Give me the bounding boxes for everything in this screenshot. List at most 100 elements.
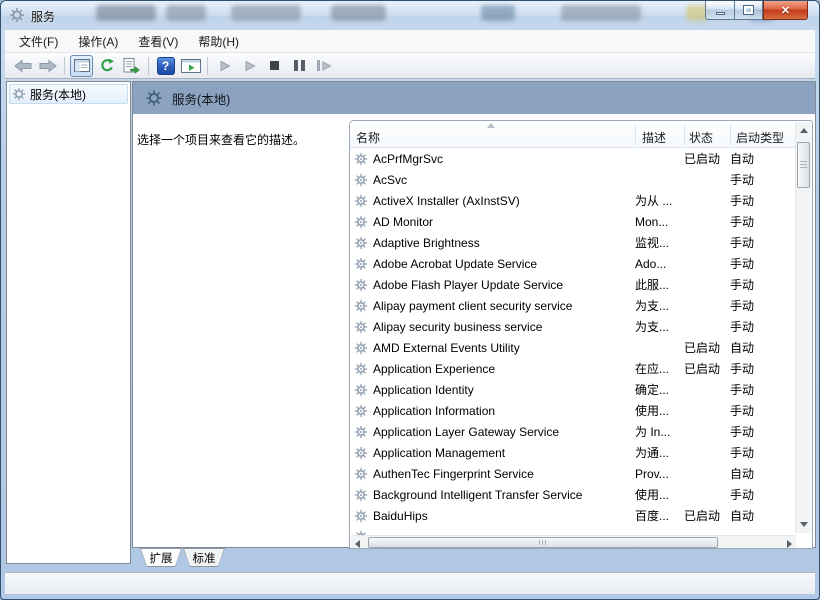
service-gear-icon — [354, 299, 368, 313]
table-row[interactable]: Adobe Flash Player Update Service 此服... … — [350, 274, 796, 295]
table-row[interactable]: AMD External Events Utility 已启动 自动 — [350, 337, 796, 358]
table-row[interactable]: Adobe Acrobat Update Service Ado... 手动 — [350, 253, 796, 274]
restart-service-button[interactable] — [313, 55, 336, 77]
table-row[interactable]: BaiduHips 百度... 已启动 自动 — [350, 505, 796, 526]
service-name-label: AcPrfMgrSvc — [373, 152, 443, 166]
refresh-button[interactable] — [95, 55, 118, 77]
service-startup-type: 手动 — [730, 297, 796, 314]
start-service-icon — [219, 60, 231, 72]
service-description: 确定... — [635, 381, 684, 398]
maximize-button[interactable] — [734, 1, 763, 20]
forward-button[interactable] — [36, 55, 59, 77]
table-row[interactable] — [350, 526, 796, 535]
services-gear-icon — [12, 87, 26, 101]
table-row[interactable]: Background Intelligent Transfer Service … — [350, 484, 796, 505]
show-console-tree-button[interactable] — [70, 55, 93, 77]
service-startup-type: 手动 — [730, 486, 796, 503]
toolbar-separator — [148, 57, 149, 75]
service-status: 已启动 — [684, 339, 730, 356]
titlebar[interactable]: 服务 ✕ — [1, 1, 819, 30]
column-divider[interactable] — [730, 124, 731, 145]
table-row[interactable]: AuthenTec Fingerprint Service Prov... 自动 — [350, 463, 796, 484]
service-startup-type: 手动 — [730, 444, 796, 461]
forward-icon — [39, 59, 57, 73]
service-gear-icon — [354, 488, 368, 502]
toolbar-separator — [207, 57, 208, 75]
tab-extended[interactable]: 扩展 — [140, 548, 182, 567]
table-row[interactable]: AcPrfMgrSvc 已启动 自动 — [350, 148, 796, 169]
close-button[interactable]: ✕ — [763, 1, 808, 20]
service-startup-type: 手动 — [730, 381, 796, 398]
service-name-label: Application Experience — [373, 362, 495, 376]
vertical-scrollbar[interactable] — [795, 122, 811, 533]
column-header-startup-type[interactable]: 启动类型 — [736, 129, 784, 146]
pause-service-button[interactable] — [288, 55, 311, 77]
column-header-description[interactable]: 描述 — [642, 129, 666, 146]
vertical-scrollbar-thumb[interactable] — [797, 142, 810, 188]
scroll-down-icon[interactable] — [800, 522, 808, 527]
service-name-label: Alipay payment client security service — [373, 299, 572, 313]
status-bar — [5, 572, 815, 594]
service-gear-icon — [354, 509, 368, 523]
table-row[interactable]: Application Information 使用... 手动 — [350, 400, 796, 421]
app-gear-icon — [9, 7, 25, 23]
table-row[interactable]: Application Layer Gateway Service 为 In..… — [350, 421, 796, 442]
menu-file[interactable]: 文件(F) — [9, 30, 68, 53]
tree-item-services-local[interactable]: 服务(本地) — [9, 84, 128, 104]
services-table: 名称 描述 状态 启动类型 AcPrfMgrSvc — [349, 120, 813, 549]
scroll-up-icon[interactable] — [800, 128, 808, 133]
column-header-name[interactable]: 名称 — [356, 129, 380, 146]
tab-standard[interactable]: 标准 — [183, 548, 225, 567]
resume-service-button[interactable] — [238, 55, 261, 77]
service-startup-type: 手动 — [730, 402, 796, 419]
table-row[interactable]: Alipay security business service 为支... 手… — [350, 316, 796, 337]
service-startup-type: 自动 — [730, 339, 796, 356]
start-service-button[interactable] — [213, 55, 236, 77]
table-row[interactable]: AcSvc 手动 — [350, 169, 796, 190]
back-button[interactable] — [11, 55, 34, 77]
service-description: 在应... — [635, 360, 684, 377]
table-row[interactable]: Application Identity 确定... 手动 — [350, 379, 796, 400]
scroll-right-icon[interactable] — [787, 540, 792, 548]
service-name-label: Application Information — [373, 404, 495, 418]
horizontal-scrollbar-thumb[interactable] — [368, 537, 718, 548]
table-row[interactable]: Adaptive Brightness 监视... 手动 — [350, 232, 796, 253]
show-action-pane-icon — [181, 59, 201, 73]
pause-service-icon — [294, 60, 305, 71]
service-name-label: AuthenTec Fingerprint Service — [373, 467, 534, 481]
table-row[interactable]: Application Management 为通... 手动 — [350, 442, 796, 463]
export-list-button[interactable] — [120, 55, 143, 77]
service-name-label: Application Management — [373, 446, 505, 460]
menu-help[interactable]: 帮助(H) — [188, 30, 249, 53]
service-gear-icon — [354, 320, 368, 334]
service-startup-type: 手动 — [730, 213, 796, 230]
service-startup-type: 自动 — [730, 150, 796, 167]
table-row[interactable]: Application Experience 在应... 已启动 手动 — [350, 358, 796, 379]
toolbar: ? — [5, 53, 815, 79]
table-row[interactable]: AD Monitor Mon... 手动 — [350, 211, 796, 232]
service-name-label: AMD External Events Utility — [373, 341, 520, 355]
service-description: 为支... — [635, 318, 684, 335]
stop-service-button[interactable] — [263, 55, 286, 77]
refresh-icon — [99, 58, 115, 74]
column-header-status[interactable]: 状态 — [689, 129, 713, 146]
pane-header: 服务(本地) — [133, 82, 815, 114]
show-action-pane-button[interactable] — [179, 55, 202, 77]
table-row[interactable]: ActiveX Installer (AxInstSV) 为从 ... 手动 — [350, 190, 796, 211]
column-divider[interactable] — [635, 124, 636, 145]
help-button[interactable]: ? — [154, 55, 177, 77]
service-status: 已启动 — [684, 507, 730, 524]
scroll-left-icon[interactable] — [355, 540, 360, 548]
close-icon: ✕ — [781, 4, 790, 17]
service-gear-icon — [354, 215, 368, 229]
menu-action[interactable]: 操作(A) — [68, 30, 128, 53]
service-startup-type: 自动 — [730, 507, 796, 524]
service-description: 为通... — [635, 444, 684, 461]
services-pane: 服务(本地) 选择一个项目来查看它的描述。 名称 描述 状态 启动类型 — [132, 81, 816, 548]
table-row[interactable]: Alipay payment client security service 为… — [350, 295, 796, 316]
horizontal-scrollbar[interactable] — [351, 535, 796, 549]
service-gear-icon — [354, 152, 368, 166]
menu-view[interactable]: 查看(V) — [128, 30, 188, 53]
column-divider[interactable] — [684, 124, 685, 145]
minimize-button[interactable] — [705, 1, 734, 20]
